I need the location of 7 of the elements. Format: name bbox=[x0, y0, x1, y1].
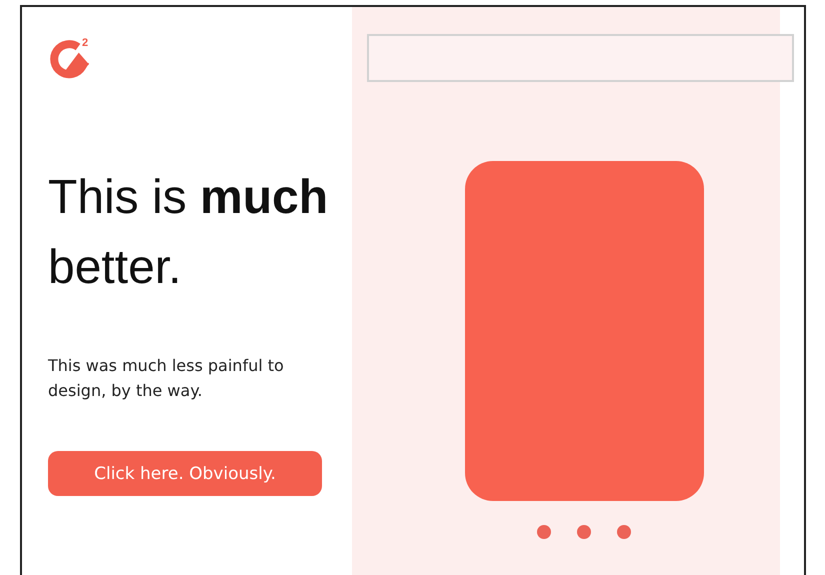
hero-text: This was much less painful to design, by the way. bbox=[48, 355, 285, 402]
carousel-dot[interactable] bbox=[617, 525, 631, 539]
cta-button[interactable]: Click here. Obviously. bbox=[48, 451, 322, 496]
carousel-dot[interactable] bbox=[537, 525, 551, 539]
search-field[interactable] bbox=[367, 34, 794, 82]
hero-heading: This is much better. bbox=[48, 170, 330, 296]
carousel-dot[interactable] bbox=[577, 525, 591, 539]
